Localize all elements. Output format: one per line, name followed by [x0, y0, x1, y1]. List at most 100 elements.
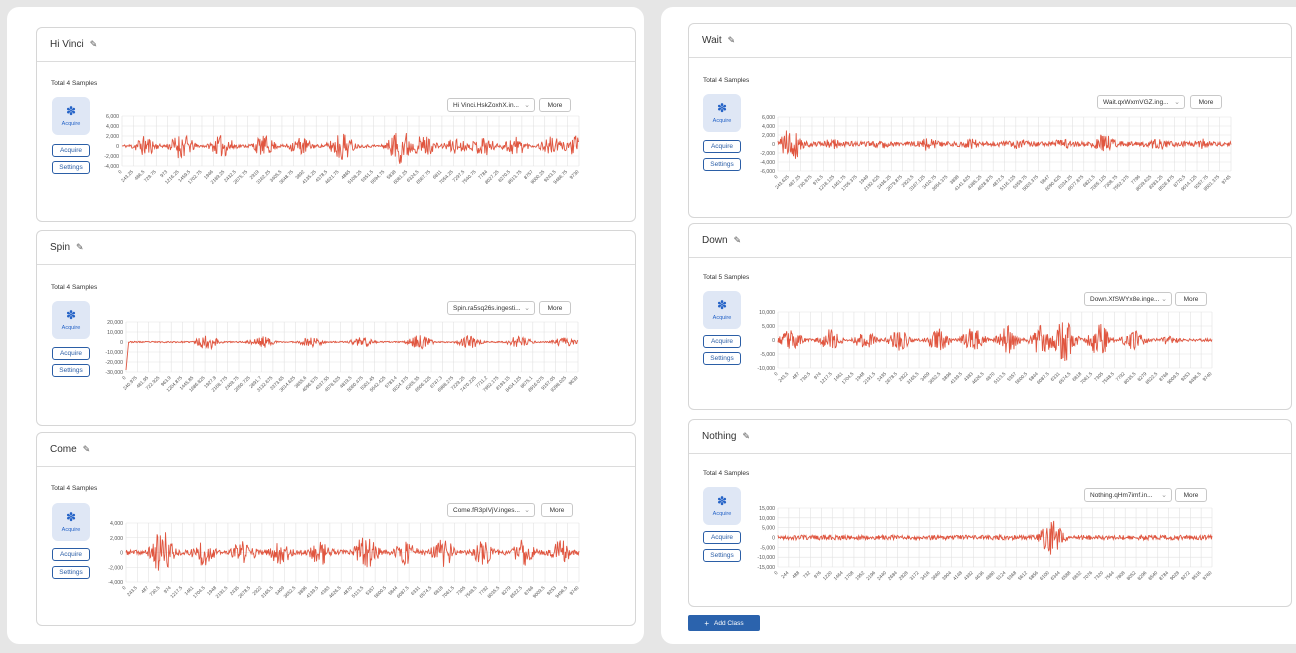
- settings-button[interactable]: Settings: [703, 158, 741, 171]
- x-tick-label: 973: [159, 169, 169, 179]
- x-tick-label: 6832: [1071, 570, 1083, 582]
- y-tick-label: -4,000: [760, 160, 775, 166]
- x-tick-label: 9496.5: [554, 585, 569, 600]
- more-button[interactable]: More: [539, 301, 571, 315]
- y-tick-label: -2,000: [104, 154, 119, 160]
- add-class-button[interactable]: + Add Class: [688, 615, 760, 631]
- x-tick-label: 730.5: [149, 585, 162, 598]
- y-tick-label: 15,000: [759, 506, 775, 512]
- class-title: Hi Vinci: [50, 39, 84, 50]
- waveform-chart: 10,0005,0000-5,000-10,0000243.5 487730.5 9…: [757, 310, 1213, 386]
- settings-button[interactable]: Settings: [52, 364, 90, 377]
- x-tick-label: 488: [791, 570, 801, 580]
- acquire-tile-label: Acquire: [712, 315, 732, 321]
- x-tick-label: 5113.5: [993, 371, 1008, 386]
- acquire-tile[interactable]: ✽ Acquire: [703, 487, 741, 525]
- pencil-icon[interactable]: ✎: [83, 444, 91, 455]
- more-button[interactable]: More: [1175, 292, 1207, 306]
- pencil-icon[interactable]: ✎: [90, 39, 98, 50]
- acquire-tile[interactable]: ✽ Acquire: [703, 291, 741, 329]
- acquire-tile[interactable]: ✽ Acquire: [52, 301, 90, 339]
- x-tick-label: 9516: [1191, 570, 1203, 582]
- acquire-tile-label: Acquire: [61, 121, 81, 127]
- more-button[interactable]: More: [541, 503, 573, 517]
- x-tick-label: 243.5: [126, 585, 139, 598]
- sample-select-value: Hi Vinci.HskZoxhX.in...: [453, 101, 519, 109]
- y-tick-label: 4,000: [106, 124, 119, 130]
- settings-button[interactable]: Settings: [52, 566, 90, 579]
- acquire-tile[interactable]: ✽ Acquire: [52, 503, 90, 541]
- sample-select[interactable]: Spin.ra5sq26s.ingesti... ⌄: [447, 301, 535, 315]
- acquire-tile-label: Acquire: [61, 527, 81, 533]
- waveform-chart: 6,0004,0002,0000-2,000-4,000-6,0000243.6…: [760, 115, 1233, 193]
- sample-select[interactable]: Hi Vinci.HskZoxhX.in... ⌄: [447, 98, 535, 112]
- x-tick-label: 7320: [1093, 570, 1105, 582]
- acquire-tile[interactable]: ✽ Acquire: [52, 97, 90, 135]
- chevron-down-icon: ⌄: [1174, 99, 1180, 106]
- pencil-icon[interactable]: ✎: [728, 35, 736, 46]
- y-tick-label: 10,000: [759, 516, 775, 522]
- acquire-button[interactable]: Acquire: [703, 335, 741, 348]
- x-tick-label: 9745: [1221, 174, 1233, 186]
- x-tick-label: 243.5: [778, 371, 791, 384]
- pencil-icon[interactable]: ✎: [742, 431, 750, 442]
- x-tick-label: 6574.5: [419, 585, 434, 600]
- sample-select[interactable]: Down.XfSWYx8e.inge... ⌄: [1084, 292, 1172, 306]
- sample-select[interactable]: Come.fR3pIVjV.inges... ⌄: [447, 503, 535, 517]
- x-tick-label: 7061.5: [441, 585, 456, 600]
- chevron-down-icon: ⌄: [1161, 492, 1167, 499]
- x-tick-label: 2191.5: [215, 585, 230, 600]
- x-tick-label: 6087.5: [396, 585, 411, 600]
- x-tick-label: 974: [163, 585, 173, 595]
- x-tick-label: 1708: [844, 570, 856, 582]
- y-tick-label: 2,000: [110, 536, 123, 542]
- y-tick-label: -5,000: [760, 545, 775, 551]
- x-tick-label: 4148: [952, 570, 964, 582]
- y-tick-label: -6,000: [760, 169, 775, 175]
- settings-button[interactable]: Settings: [52, 161, 90, 174]
- x-tick-label: 5113.5: [351, 585, 366, 600]
- pencil-icon[interactable]: ✎: [734, 235, 742, 246]
- x-tick-label: 8784: [1158, 570, 1170, 582]
- acquire-button[interactable]: Acquire: [52, 548, 90, 561]
- settings-button[interactable]: Settings: [703, 352, 741, 365]
- more-button[interactable]: More: [1175, 488, 1207, 502]
- y-tick-label: 5,000: [762, 526, 775, 532]
- total-samples-label: Total 4 Samples: [51, 284, 98, 291]
- y-tick-label: 5,000: [762, 324, 775, 330]
- x-tick-label: 8522.5: [509, 585, 524, 600]
- waveform-chart: 20,00010,0000-10,000-20,000-30,0000240.9…: [105, 320, 579, 394]
- pencil-icon[interactable]: ✎: [76, 242, 84, 253]
- y-tick-label: -10,000: [757, 555, 775, 561]
- card-header: Nothing ✎: [689, 420, 1291, 454]
- x-tick-label: 3165.5: [906, 371, 921, 386]
- sample-select[interactable]: Wait.qxWxmVGZ.ing... ⌄: [1097, 95, 1185, 109]
- chevron-down-icon: ⌄: [524, 102, 530, 109]
- acquire-button[interactable]: Acquire: [52, 347, 90, 360]
- acquire-tile[interactable]: ✽ Acquire: [703, 94, 741, 132]
- y-tick-label: 0: [120, 551, 123, 557]
- y-tick-label: 2,000: [106, 134, 119, 140]
- x-tick-label: 487: [140, 585, 150, 595]
- x-tick-label: 7564: [1104, 570, 1116, 582]
- x-tick-label: 9496.5: [1188, 371, 1203, 386]
- acquire-button[interactable]: Acquire: [703, 140, 741, 153]
- y-tick-label: -10,000: [105, 350, 123, 356]
- x-tick-label: 9730: [569, 169, 581, 181]
- class-title: Down: [702, 235, 728, 246]
- more-button[interactable]: More: [1190, 95, 1222, 109]
- y-tick-label: -2,000: [760, 151, 775, 157]
- acquire-button[interactable]: Acquire: [703, 531, 741, 544]
- x-tick-label: 4626.5: [971, 371, 986, 386]
- acquire-button[interactable]: Acquire: [52, 144, 90, 157]
- x-tick-label: 4139.5: [305, 585, 320, 600]
- y-tick-label: 0: [772, 338, 775, 344]
- settings-button[interactable]: Settings: [703, 549, 741, 562]
- y-tick-label: -2,000: [108, 565, 123, 571]
- class-title: Wait: [702, 35, 722, 46]
- sample-select[interactable]: Nothing.qHm7imf.in... ⌄: [1084, 488, 1172, 502]
- more-button[interactable]: More: [539, 98, 571, 112]
- class-title: Come: [50, 444, 77, 455]
- x-tick-label: 2928: [898, 570, 910, 582]
- x-tick-label: 4626.5: [328, 585, 343, 600]
